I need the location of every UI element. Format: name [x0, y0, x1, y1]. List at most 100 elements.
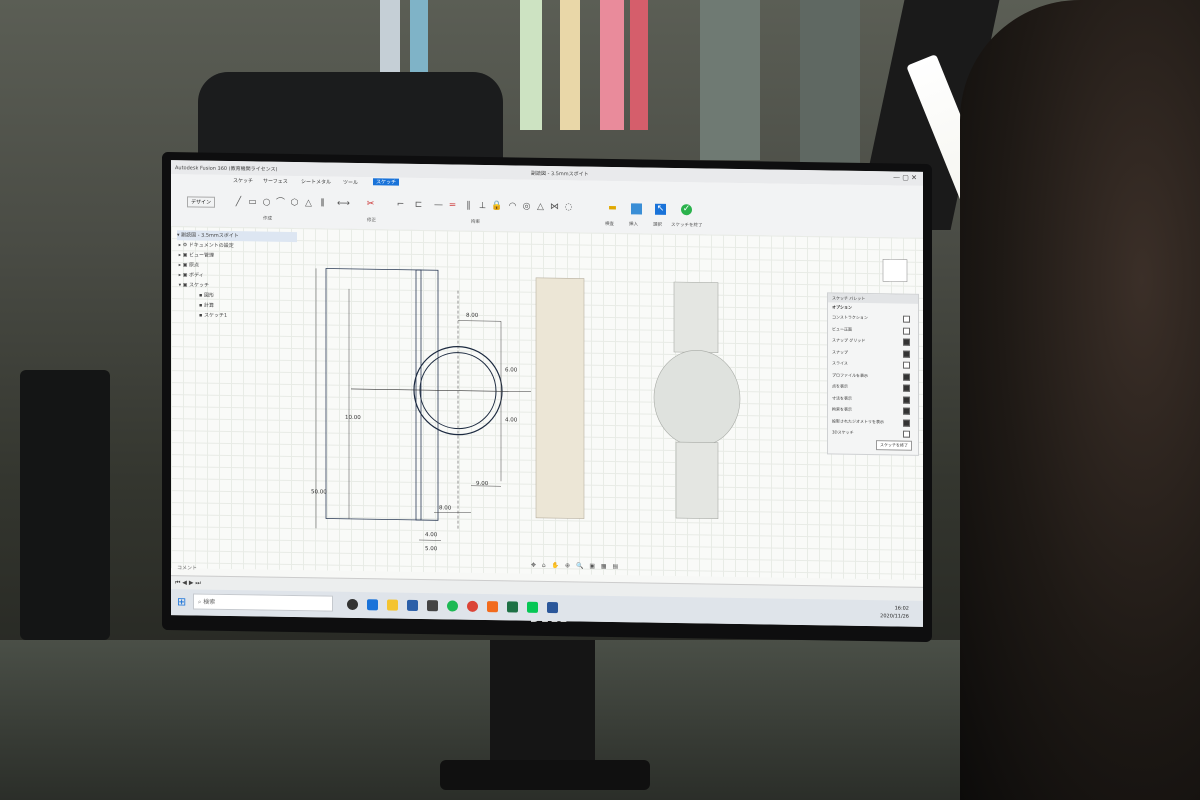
body-upper-cylinder: [673, 281, 719, 353]
palette-checkbox[interactable]: [903, 407, 910, 415]
tangent-constraint-icon[interactable]: ◠: [507, 201, 518, 212]
select-icon[interactable]: ↖: [655, 203, 666, 215]
book: [560, 0, 580, 130]
tab-sketch-active[interactable]: スケッチ: [373, 178, 400, 186]
parallel-constraint-icon[interactable]: ∥: [463, 201, 474, 212]
palette-checkbox[interactable]: [903, 384, 910, 392]
shelf-post: [700, 0, 760, 160]
palette-checkbox[interactable]: [903, 315, 910, 323]
taskbar-clock[interactable]: 16:02 2020/11/26: [880, 604, 909, 620]
line-icon[interactable]: ╱: [233, 197, 244, 208]
body-side-view: [535, 277, 585, 519]
perpendicular-constraint-icon[interactable]: ⟂: [477, 201, 488, 212]
group-constraints[interactable]: 拘束: [471, 219, 480, 225]
polygon-icon[interactable]: ⬡: [289, 198, 300, 209]
spotify-icon[interactable]: [447, 600, 458, 612]
fix-constraint-icon[interactable]: 🔒: [491, 201, 502, 212]
browser-item-label: ビュー管理: [189, 252, 215, 259]
palette-checkbox[interactable]: [903, 338, 910, 346]
trim-icon[interactable]: ✂: [365, 199, 376, 210]
arc-icon[interactable]: ⌒: [275, 198, 286, 209]
rectangle-icon[interactable]: ▭: [247, 197, 258, 208]
browser-subitem-label: 図形: [203, 292, 214, 299]
group-inspect[interactable]: 検査: [605, 221, 614, 227]
equal-constraint-icon[interactable]: =: [447, 200, 458, 211]
dim-label: 50.00: [311, 489, 327, 495]
palette-checkbox[interactable]: [903, 396, 910, 404]
palette-checkbox[interactable]: [903, 430, 910, 438]
edge-icon[interactable]: [367, 599, 378, 611]
fillet-icon[interactable]: ⌐: [395, 200, 406, 211]
group-finish-sketch[interactable]: スケッチを終了: [671, 222, 703, 228]
palette-option-label: ビュー正面: [832, 325, 852, 332]
view-cube: [882, 258, 908, 282]
midpoint-constraint-icon[interactable]: △: [535, 202, 546, 213]
tab-sheetmetal[interactable]: シートメタル: [301, 178, 331, 185]
tab-sketch[interactable]: スケッチ: [233, 177, 253, 184]
group-select[interactable]: 選択: [653, 222, 662, 228]
palette-option-label: スライス: [832, 360, 848, 366]
person-foreground: [960, 0, 1200, 800]
group-modify[interactable]: 修正: [367, 217, 376, 223]
sketch-shaft: [415, 269, 439, 521]
window-controls[interactable]: — ▢ ✕: [893, 173, 917, 181]
dim-label: 8.00: [439, 505, 452, 511]
book: [600, 0, 624, 130]
workspace-dropdown[interactable]: デザイン: [187, 196, 216, 208]
palette-option-label: 拘束を表示: [832, 406, 852, 412]
coincident-constraint-icon[interactable]: ◎: [521, 202, 532, 213]
browser-subitem[interactable]: ▪ スケッチ1: [177, 310, 297, 322]
group-insert[interactable]: 挿入: [629, 221, 638, 227]
dim-label: 10.00: [345, 415, 361, 421]
dim-line: [458, 320, 501, 322]
comments-label: コメント: [177, 565, 198, 572]
offset-icon[interactable]: ⊏: [413, 200, 424, 211]
document-title: 副読図 - 3.5mmスポイト: [531, 170, 589, 178]
file-explorer-icon[interactable]: [387, 599, 398, 611]
app-title: Autodesk Fusion 360 (教育機関ライセンス): [175, 165, 278, 173]
palette-option[interactable]: 3Dスケッチ: [828, 426, 918, 439]
cortana-icon[interactable]: [347, 598, 358, 611]
insert-image-icon[interactable]: [631, 203, 642, 215]
browser-root-label: 副読図 - 3.5mmスポイト: [181, 232, 239, 240]
line-icon-app[interactable]: [527, 601, 538, 613]
taskbar-search[interactable]: ⌕ 検索: [193, 593, 333, 612]
horizontal-constraint-icon[interactable]: —: [433, 200, 444, 211]
mirror-icon[interactable]: ⫼: [317, 198, 328, 209]
palette-checkbox[interactable]: [903, 350, 910, 358]
triangle-icon[interactable]: △: [303, 198, 314, 209]
chrome-icon[interactable]: [467, 600, 478, 612]
palette-option-label: スナップ: [832, 348, 848, 355]
timeline-controls[interactable]: ⏮ ◀ ▶ ⏭: [175, 579, 201, 587]
store-icon[interactable]: [407, 599, 418, 611]
finish-sketch-icon[interactable]: ✓: [681, 204, 692, 216]
dim-label: 6.00: [505, 367, 518, 373]
centerline-h: [351, 388, 531, 393]
dimension-icon[interactable]: ⟷: [337, 199, 350, 210]
book: [520, 0, 542, 130]
inspect-measure-icon[interactable]: ▬: [607, 203, 618, 214]
body-sphere: [653, 350, 741, 447]
circle-icon[interactable]: ○: [261, 198, 272, 209]
fusion360-icon[interactable]: [487, 601, 498, 613]
palette-checkbox[interactable]: [903, 373, 910, 381]
app-icon[interactable]: [427, 600, 438, 612]
finish-sketch-button[interactable]: スケッチを終了: [876, 440, 912, 451]
palette-option-label: 点を表示: [832, 383, 848, 389]
tab-tools[interactable]: ツール: [343, 179, 358, 186]
dim-line: [434, 511, 471, 514]
tab-surface[interactable]: サーフェス: [263, 178, 288, 185]
group-create[interactable]: 作成: [263, 216, 272, 222]
navigation-bar[interactable]: ✥ ⌂ ✋ ⊕ 🔍 ▣ ▦ ▤: [531, 562, 620, 570]
browser-item-label: ボディ: [189, 272, 204, 279]
monitor-stand-base: [440, 760, 650, 790]
palette-checkbox[interactable]: [903, 361, 910, 369]
browser-panel: ▾ 副読図 - 3.5mmスポイト ▸ ⚙ ドキュメントの設定 ▸ ▣ ビュー管…: [177, 230, 297, 324]
windows-start-icon[interactable]: ⊞: [177, 595, 186, 608]
palette-checkbox[interactable]: [903, 419, 910, 427]
palette-checkbox[interactable]: [903, 327, 910, 335]
excel-icon[interactable]: [507, 601, 518, 613]
word-icon[interactable]: [547, 602, 558, 614]
concentric-constraint-icon[interactable]: ◌: [563, 202, 574, 213]
symmetry-constraint-icon[interactable]: ⋈: [549, 202, 560, 213]
